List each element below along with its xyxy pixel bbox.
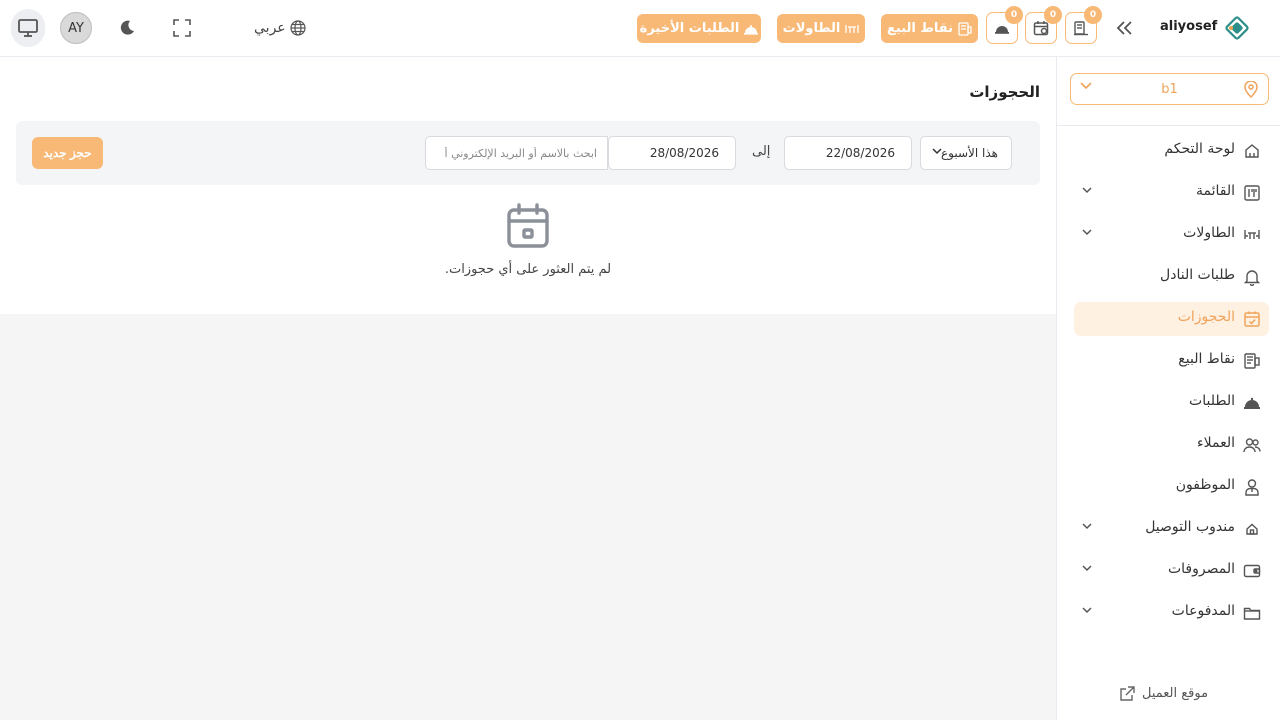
sidebar-item-orders[interactable]: الطلبات <box>1074 386 1269 420</box>
bookings-panel: الحجوزات هذا الأسبوع 22/08/2026 إلى 28/0… <box>0 57 1056 314</box>
sidebar-item-tables[interactable]: الطاولات <box>1074 218 1269 252</box>
sidebar-item-label: الموظفون <box>1175 477 1235 493</box>
sidebar-item-label: لوحة التحكم <box>1164 141 1235 157</box>
calendar-icon <box>507 203 549 248</box>
tables-button[interactable]: الطاولات <box>777 14 865 43</box>
bell-icon <box>1243 270 1261 286</box>
fullscreen-button[interactable] <box>171 17 193 39</box>
pos-icon <box>1244 353 1260 369</box>
avatar-initials: AY <box>68 20 84 36</box>
tables-icon <box>1244 230 1260 239</box>
globe-icon <box>290 20 306 36</box>
filter-bar: هذا الأسبوع 22/08/2026 إلى 28/08/2026 حج… <box>16 121 1040 185</box>
sidebar-item-label: نقاط البيع <box>1178 351 1235 367</box>
delivery-icon <box>1246 523 1258 535</box>
sidebar-item-label: المدفوعات <box>1171 603 1235 619</box>
chevron-down-icon <box>1082 565 1092 572</box>
from-date-input[interactable]: 22/08/2026 <box>784 136 912 170</box>
pos-shortcut-button[interactable]: 0 <box>1065 6 1102 44</box>
location-pin-icon <box>1244 81 1258 98</box>
notification-badge: 0 <box>1044 6 1062 24</box>
branch-label: b1 <box>1161 81 1178 97</box>
bookings-shortcut-button[interactable]: 0 <box>1025 6 1062 44</box>
staff-icon <box>1245 479 1259 496</box>
sidebar-divider <box>1057 125 1280 126</box>
recent-orders-button[interactable]: الطلبات الأخيرة <box>637 14 761 43</box>
to-date-value: 28/08/2026 <box>649 146 719 160</box>
empty-state-message: لم يتم العثور على أي حجوزات. <box>444 262 612 277</box>
monitor-button[interactable] <box>11 9 45 47</box>
sidebar-item-menu[interactable]: القائمة <box>1074 176 1269 210</box>
users-icon <box>1243 438 1261 453</box>
pos-icon <box>958 21 972 36</box>
sidebar-item-staff[interactable]: الموظفون <box>1074 470 1269 504</box>
sidebar-item-label: القائمة <box>1196 183 1235 199</box>
cloche-icon <box>1244 397 1260 409</box>
sidebar-item-label: الحجوزات <box>1177 309 1235 325</box>
date-range-select[interactable]: هذا الأسبوع <box>920 136 1012 170</box>
collapse-sidebar-button[interactable] <box>1113 17 1135 39</box>
customer-site-label: موقع العميل <box>1142 685 1209 701</box>
to-label: إلى <box>752 144 771 159</box>
wallet-icon <box>1243 564 1261 578</box>
monitor-icon <box>18 19 38 37</box>
cloche-icon <box>744 24 759 35</box>
orders-shortcut-button[interactable]: 0 <box>986 6 1023 44</box>
moon-icon <box>120 20 134 35</box>
menu-icon <box>1244 185 1260 201</box>
folder-icon <box>1243 607 1261 620</box>
sidebar: b1 لوحة التحكم القائمة الطاولات طلبات ال… <box>1056 57 1280 720</box>
calendar-check-icon <box>1244 311 1260 327</box>
calendar-check-icon <box>1033 21 1049 36</box>
sidebar-item-waiter-requests[interactable]: طلبات النادل <box>1074 260 1269 294</box>
sidebar-item-dashboard[interactable]: لوحة التحكم <box>1074 134 1269 168</box>
external-link-icon <box>1120 685 1135 701</box>
tables-icon <box>845 24 860 33</box>
sidebar-item-pos[interactable]: نقاط البيع <box>1074 344 1269 378</box>
new-booking-button[interactable]: حجز جديد <box>32 137 103 169</box>
chevron-down-icon <box>1082 229 1092 236</box>
pos-icon <box>1074 21 1088 36</box>
pos-button[interactable]: نقاط البيع <box>881 14 978 43</box>
language-label: عربي <box>254 20 286 36</box>
page-title: الحجوزات <box>969 83 1040 101</box>
chevron-down-icon <box>1082 187 1092 194</box>
sidebar-item-label: مندوب التوصيل <box>1145 519 1235 535</box>
recent-orders-label: الطلبات الأخيرة <box>639 21 740 36</box>
chevron-down-icon <box>932 148 942 155</box>
cloche-icon <box>995 26 1009 34</box>
fullscreen-icon <box>173 19 191 37</box>
pos-label: نقاط البيع <box>887 21 953 36</box>
sidebar-item-label: الطلبات <box>1189 393 1235 409</box>
sidebar-item-expenses[interactable]: المصروفات <box>1074 554 1269 588</box>
date-range-value: هذا الأسبوع <box>941 146 998 160</box>
search-input[interactable] <box>425 136 608 170</box>
language-switcher[interactable]: عربي <box>254 17 306 39</box>
dark-mode-toggle[interactable] <box>116 17 138 39</box>
double-chevron-left-icon <box>1116 21 1132 35</box>
notification-badge: 0 <box>1084 6 1102 24</box>
to-date-input[interactable]: 28/08/2026 <box>608 136 736 170</box>
from-date-value: 22/08/2026 <box>825 146 895 160</box>
home-icon <box>1245 144 1259 158</box>
chevron-down-icon <box>1082 607 1092 614</box>
tables-label: الطاولات <box>782 21 841 36</box>
sidebar-item-customers[interactable]: العملاء <box>1074 428 1269 462</box>
sidebar-item-label: الطاولات <box>1183 225 1235 241</box>
username: aliyosef <box>1160 19 1218 34</box>
branch-selector[interactable]: b1 <box>1070 73 1269 105</box>
brand-logo-icon <box>1225 16 1249 40</box>
chevron-down-icon <box>1082 523 1092 530</box>
top-header: AY عربي الطلبات الأخيرة الطاولات نقاط ال… <box>0 0 1280 57</box>
customer-site-link[interactable]: موقع العميل <box>1119 683 1208 703</box>
sidebar-item-bookings[interactable]: الحجوزات <box>1074 302 1269 336</box>
sidebar-item-label: المصروفات <box>1167 561 1235 577</box>
notification-badge: 0 <box>1005 6 1023 24</box>
sidebar-item-label: العملاء <box>1197 435 1235 451</box>
avatar[interactable]: AY <box>60 12 92 44</box>
sidebar-item-label: طلبات النادل <box>1160 267 1235 283</box>
sidebar-item-payments[interactable]: المدفوعات <box>1074 596 1269 630</box>
sidebar-item-delivery[interactable]: مندوب التوصيل <box>1074 512 1269 546</box>
